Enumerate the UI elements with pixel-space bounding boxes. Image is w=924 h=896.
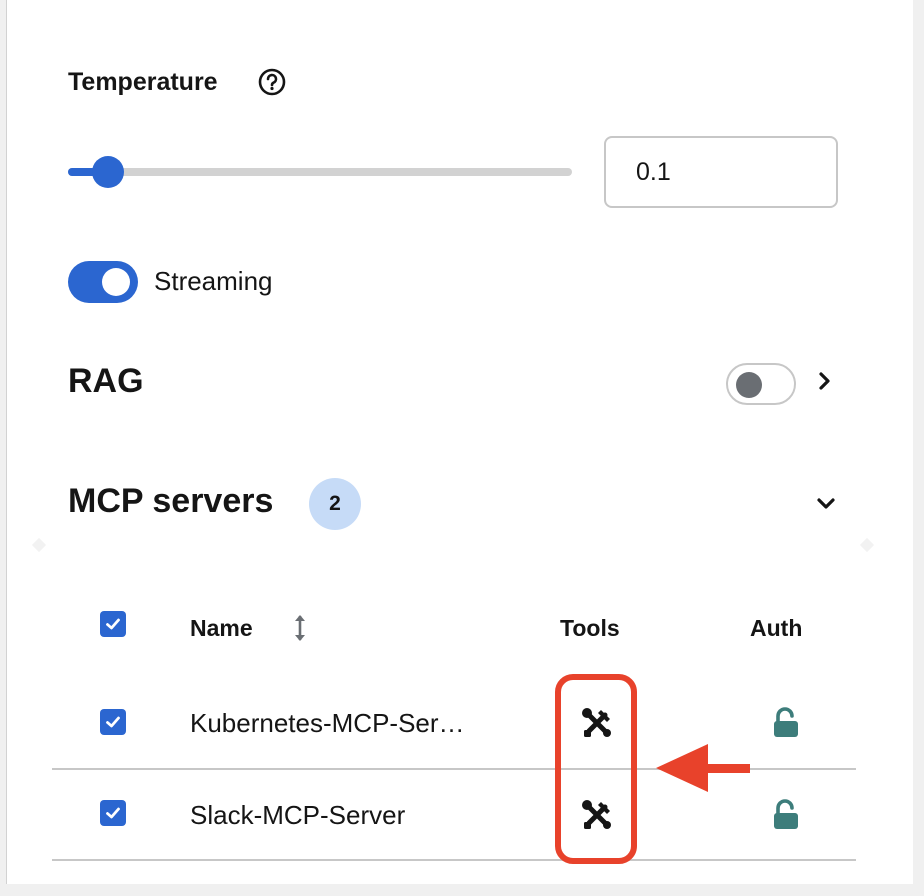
toggle-knob [102,268,130,296]
row-checkbox[interactable] [100,709,126,735]
select-all-checkbox[interactable] [100,611,126,637]
server-name: Kubernetes-MCP-Ser… [190,708,465,738]
streaming-toggle[interactable] [68,261,138,303]
sort-icon[interactable] [290,612,310,644]
help-circle-icon[interactable] [257,67,287,97]
chevron-right-icon[interactable] [810,366,840,396]
rag-toggle[interactable] [726,363,796,405]
mcp-servers-title: MCP servers [68,482,274,520]
server-name: Slack-MCP-Server [190,800,406,830]
slider-track [68,168,572,176]
mcp-count-badge: 2 [309,478,361,530]
toggle-knob [736,372,762,398]
row-checkbox[interactable] [100,800,126,826]
column-header-name[interactable]: Name [190,615,253,642]
rag-section-title: RAG [68,362,144,400]
streaming-label: Streaming [154,266,273,296]
annotation-highlight-box [555,674,637,864]
temperature-label: Temperature [68,68,218,96]
temperature-input[interactable] [604,136,838,208]
annotation-arrow-icon [656,744,750,792]
settings-panel [6,0,913,884]
slider-thumb[interactable] [91,156,124,188]
column-header-tools: Tools [560,615,620,641]
chevron-down-icon[interactable] [810,488,842,520]
row-divider [52,859,856,861]
temperature-slider[interactable] [68,152,572,192]
unlocked-icon[interactable] [772,706,802,740]
column-header-auth: Auth [750,615,803,641]
unlocked-icon[interactable] [772,798,802,832]
